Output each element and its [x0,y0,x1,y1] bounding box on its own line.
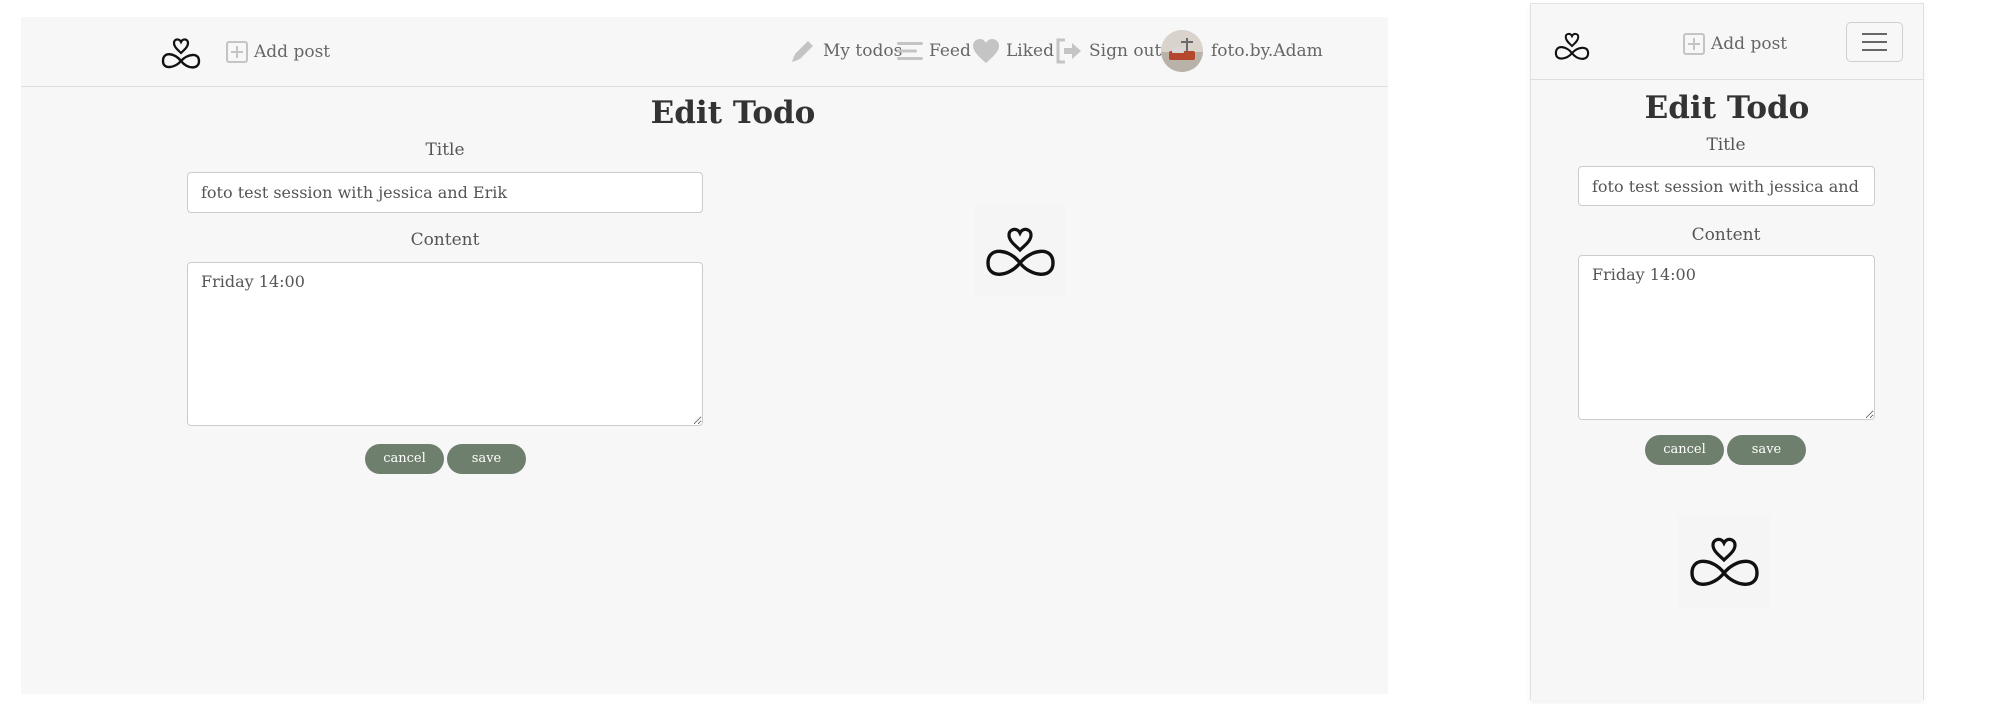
plus-square-icon [1683,33,1705,55]
nav-add-post[interactable]: Add post [226,37,330,67]
hamburger-menu-button[interactable] [1846,22,1903,62]
page-title: Edit Todo [1644,90,1810,126]
cancel-button[interactable]: cancel [1645,435,1724,465]
nav-my-todos[interactable]: My todos [789,35,902,67]
brand-logo[interactable] [1551,29,1593,63]
plus-square-icon [226,41,248,63]
title-label: Title [425,140,465,160]
nav-feed[interactable]: Feed [897,35,971,67]
mobile-viewport: Add post Edit Todo Title Content Friday … [1530,3,1924,700]
content-label: Content [1691,225,1761,245]
nav-username: foto.by.Adam [1211,41,1323,61]
title-input[interactable] [1578,166,1875,206]
navbar: Add post My todos Feed Liked Sign out fo… [21,17,1388,87]
mobile-navbar: Add post [1531,3,1923,80]
content-label: Content [410,230,480,250]
title-label: Title [1706,135,1746,155]
title-input[interactable] [187,172,703,213]
pencil-icon [789,37,817,65]
list-lines-icon [897,39,923,63]
brand-logo[interactable] [159,34,203,72]
heart-icon [972,38,1000,64]
infinity-heart-icon [1690,537,1759,586]
nav-sign-out[interactable]: Sign out [1055,35,1161,67]
nav-liked[interactable]: Liked [972,35,1054,67]
nav-feed-label: Feed [929,41,971,61]
nav-profile[interactable]: foto.by.Adam [1161,29,1323,73]
sign-out-icon [1055,38,1083,64]
page-title: Edit Todo [650,95,816,131]
save-button[interactable]: save [1727,435,1806,465]
content-textarea[interactable]: Friday 14:00 [187,262,703,426]
nav-my-todos-label: My todos [823,41,903,61]
save-button[interactable]: save [447,444,526,474]
cancel-button[interactable]: cancel [365,444,444,474]
nav-add-post-label: Add post [254,42,331,62]
content-textarea[interactable]: Friday 14:00 [1578,255,1875,420]
hamburger-menu-icon [1862,33,1887,35]
desktop-viewport: Add post My todos Feed Liked Sign out fo… [21,17,1388,694]
avatar [1161,30,1203,72]
nav-sign-out-label: Sign out [1089,41,1162,61]
nav-add-post[interactable]: Add post [1683,29,1787,59]
infinity-heart-icon [1554,32,1590,60]
nav-add-post-label: Add post [1711,34,1788,54]
hero-logo [974,205,1066,297]
infinity-heart-icon [161,38,201,69]
nav-liked-label: Liked [1006,41,1054,61]
infinity-heart-icon [986,227,1055,276]
hero-logo [1678,515,1770,607]
